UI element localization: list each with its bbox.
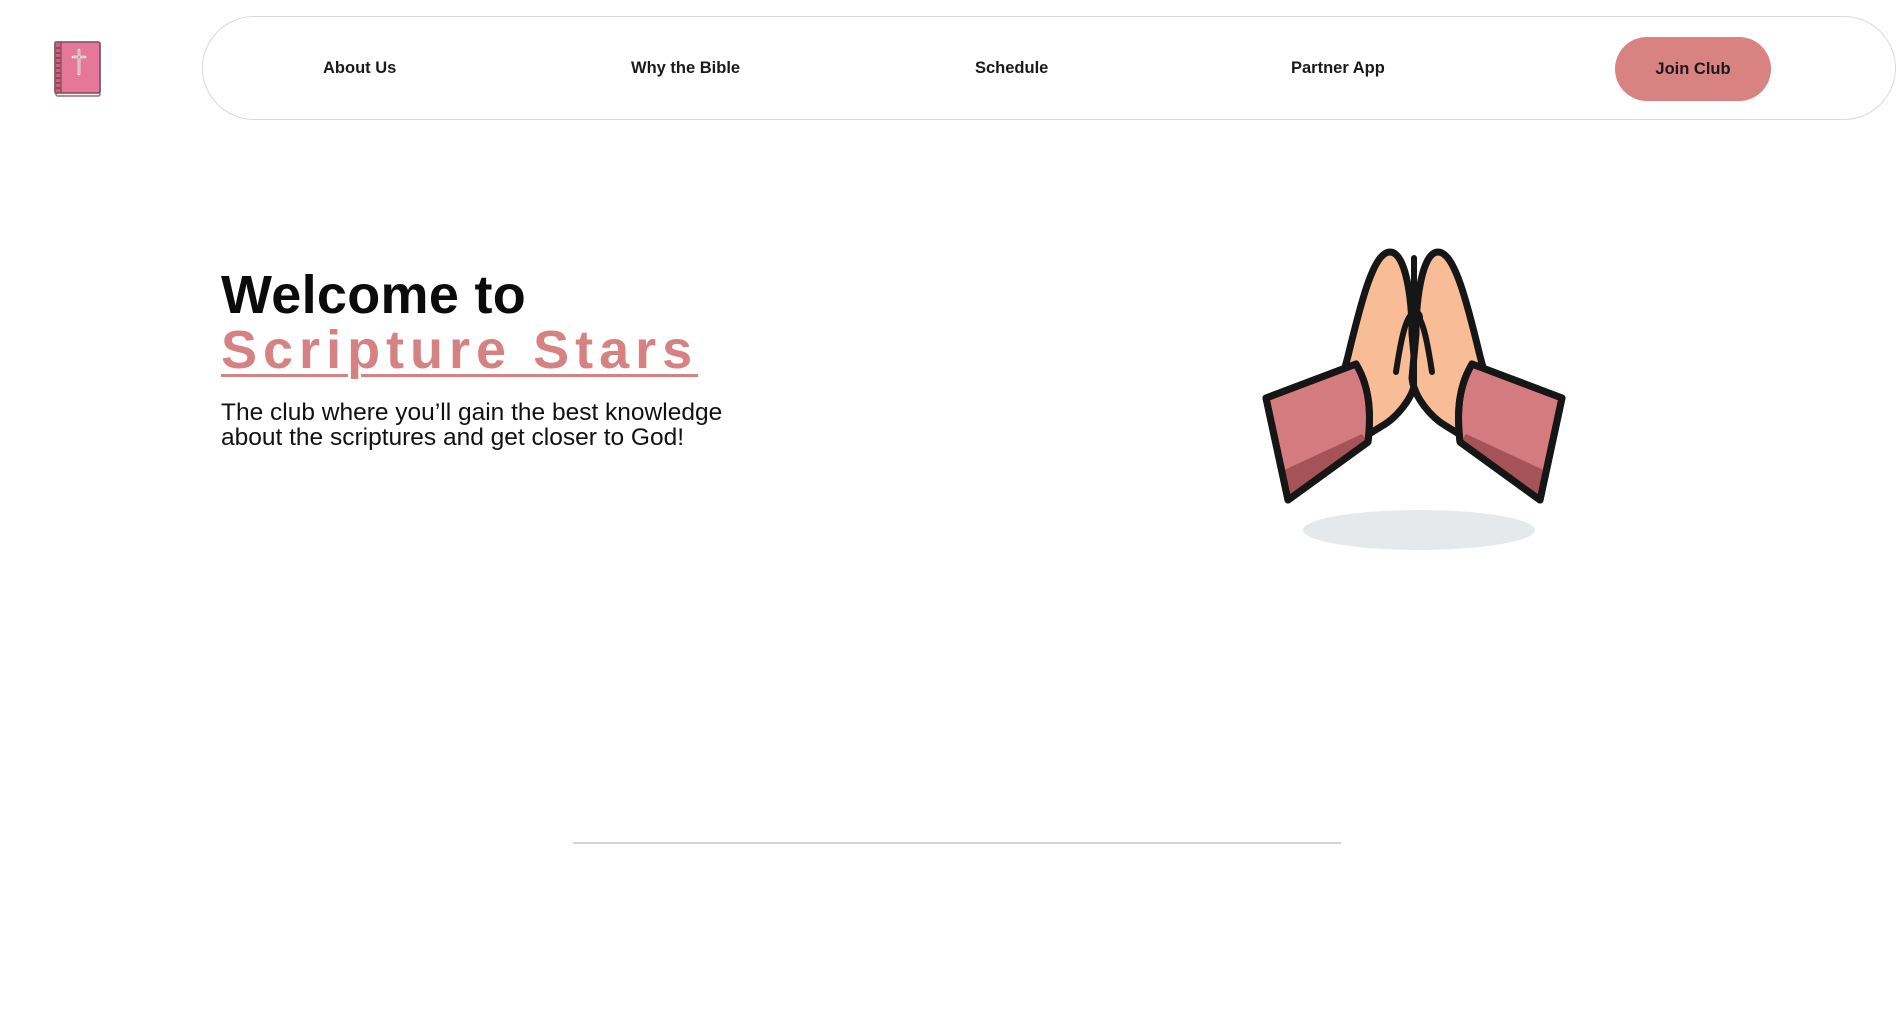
nav-link-why-the-bible[interactable]: Why the Bible — [631, 17, 740, 119]
nav-link-about-us[interactable]: About Us — [323, 17, 396, 119]
hero-section: Welcome to Scripture Stars The club wher… — [221, 268, 861, 450]
hero-brand-link[interactable]: Scripture Stars — [221, 322, 698, 378]
praying-hands-icon — [1262, 248, 1566, 550]
nav-link-schedule[interactable]: Schedule — [975, 17, 1048, 119]
hero-subtitle: The club where you’ll gain the best know… — [221, 400, 821, 450]
bible-logo-icon[interactable] — [52, 40, 102, 98]
main-navigation: About Us Why the Bible Schedule Partner … — [202, 16, 1896, 120]
page: About Us Why the Bible Schedule Partner … — [0, 0, 1902, 1022]
nav-link-partner-app[interactable]: Partner App — [1291, 17, 1385, 119]
hero-subtitle-line-1: The club where you’ll gain the best know… — [221, 399, 723, 426]
hero-subtitle-line-2: about the scriptures and get closer to G… — [221, 424, 685, 451]
join-club-button[interactable]: Join Club — [1615, 37, 1771, 101]
section-divider — [573, 842, 1341, 844]
bible-icon — [54, 41, 101, 97]
praying-hands-illustration — [1244, 238, 1584, 558]
hero-title: Welcome to — [221, 265, 527, 325]
